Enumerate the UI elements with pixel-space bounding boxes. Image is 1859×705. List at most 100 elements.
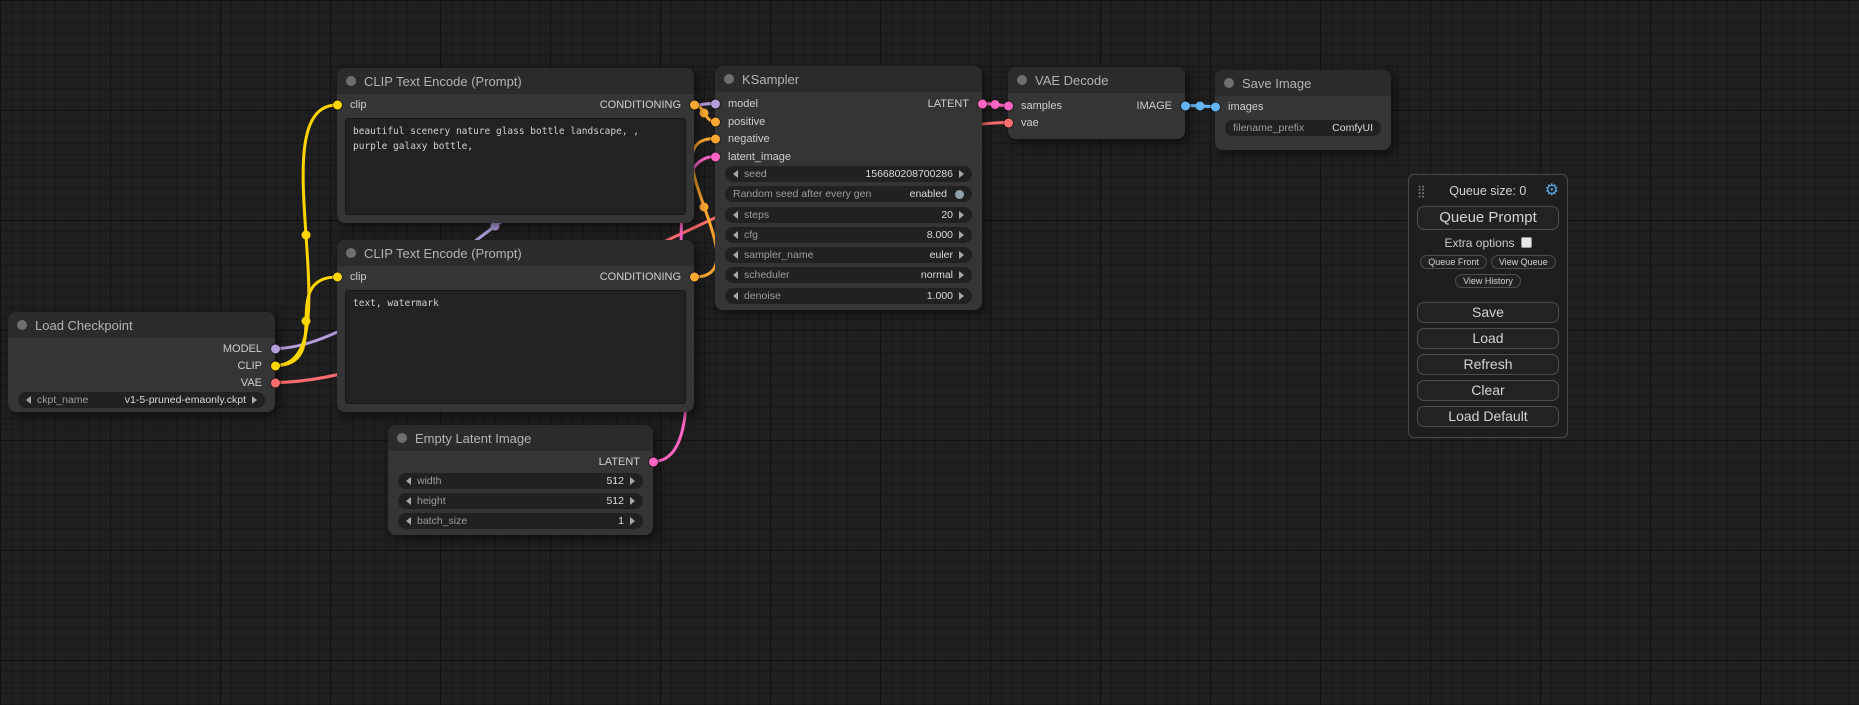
node-title-bar[interactable]: Load Checkpoint [8, 312, 275, 338]
widget-steps[interactable]: steps 20 [725, 207, 972, 223]
queue-size-label: Queue size: 0 [1431, 184, 1545, 198]
load-button[interactable]: Load [1417, 328, 1559, 349]
widget-scheduler[interactable]: scheduler normal [725, 267, 972, 283]
slot-label: model [728, 98, 758, 110]
widget-value: 512 [606, 495, 624, 507]
positive-input-dot[interactable] [711, 117, 720, 126]
node-vae-decode[interactable]: VAE Decode samples vae IMAGE [1008, 67, 1185, 139]
widget-filename-prefix[interactable]: filename_prefix ComfyUI [1225, 120, 1381, 136]
decrement-icon[interactable] [406, 517, 411, 525]
node-ksampler[interactable]: KSampler model positive negative latent_… [715, 66, 982, 310]
conditioning-output-dot[interactable] [690, 100, 699, 109]
node-title: KSampler [742, 72, 799, 87]
node-clip-text-encode-negative[interactable]: CLIP Text Encode (Prompt) clip CONDITION… [337, 240, 694, 412]
widget-value: ComfyUI [1332, 122, 1373, 134]
decrement-icon[interactable] [406, 497, 411, 505]
model-output-dot[interactable] [271, 344, 280, 353]
view-history-button[interactable]: View History [1455, 274, 1521, 288]
extra-options-checkbox[interactable] [1521, 237, 1532, 248]
node-empty-latent-image[interactable]: Empty Latent Image LATENT width 512 heig… [388, 425, 653, 535]
save-button[interactable]: Save [1417, 302, 1559, 323]
prev-value-icon[interactable] [733, 251, 738, 259]
increment-icon[interactable] [630, 497, 635, 505]
widget-sampler-name[interactable]: sampler_name euler [725, 247, 972, 263]
negative-input-dot[interactable] [711, 134, 720, 143]
slot-label: vae [1021, 117, 1039, 129]
decrement-icon[interactable] [406, 477, 411, 485]
latent-output-dot[interactable] [649, 457, 658, 466]
collapse-dot-icon[interactable] [346, 76, 356, 86]
vae-input-dot[interactable] [1004, 118, 1013, 127]
collapse-dot-icon[interactable] [1224, 78, 1234, 88]
widget-value: euler [930, 249, 953, 261]
node-title-bar[interactable]: KSampler [715, 66, 982, 92]
collapse-dot-icon[interactable] [346, 248, 356, 258]
increment-icon[interactable] [630, 517, 635, 525]
node-load-checkpoint[interactable]: Load Checkpoint MODEL CLIP VAE ckpt_name… [8, 312, 275, 412]
widget-height[interactable]: height 512 [398, 493, 643, 509]
wire-midpoint-dot [700, 109, 709, 118]
conditioning-output-dot[interactable] [690, 272, 699, 281]
widget-denoise[interactable]: denoise 1.000 [725, 288, 972, 304]
next-value-icon[interactable] [959, 251, 964, 259]
widget-seed[interactable]: seed 156680208700286 [725, 166, 972, 182]
node-title-bar[interactable]: Save Image [1215, 70, 1391, 96]
decrement-icon[interactable] [733, 231, 738, 239]
drag-handle-icon[interactable]: ⣿ [1417, 184, 1431, 198]
collapse-dot-icon[interactable] [397, 433, 407, 443]
refresh-button[interactable]: Refresh [1417, 354, 1559, 375]
next-value-icon[interactable] [252, 396, 257, 404]
slot-label: latent_image [728, 151, 791, 163]
increment-icon[interactable] [959, 231, 964, 239]
clip-output-dot[interactable] [271, 361, 280, 370]
positive-prompt-textarea[interactable]: beautiful scenery nature glass bottle la… [345, 118, 686, 215]
images-input-dot[interactable] [1211, 102, 1220, 111]
widget-ckpt-name[interactable]: ckpt_name v1-5-pruned-emaonly.ckpt [18, 392, 265, 408]
view-queue-button[interactable]: View Queue [1491, 255, 1556, 269]
toggle-indicator-icon[interactable] [955, 190, 964, 199]
node-title-bar[interactable]: VAE Decode [1008, 67, 1185, 93]
increment-icon[interactable] [630, 477, 635, 485]
node-clip-text-encode-positive[interactable]: CLIP Text Encode (Prompt) clip CONDITION… [337, 68, 694, 223]
image-output-dot[interactable] [1181, 101, 1190, 110]
increment-icon[interactable] [959, 211, 964, 219]
widget-width[interactable]: width 512 [398, 473, 643, 489]
samples-input-dot[interactable] [1004, 101, 1013, 110]
latent-output-dot[interactable] [978, 99, 987, 108]
widget-value: 8.000 [927, 229, 953, 241]
increment-icon[interactable] [959, 170, 964, 178]
slot-label: VAE [241, 377, 262, 389]
widget-random-seed-toggle[interactable]: Random seed after every gen enabled [725, 186, 972, 202]
collapse-dot-icon[interactable] [1017, 75, 1027, 85]
extra-options-label: Extra options [1444, 236, 1514, 250]
vae-output-dot[interactable] [271, 378, 280, 387]
node-save-image[interactable]: Save Image images filename_prefix ComfyU… [1215, 70, 1391, 150]
collapse-dot-icon[interactable] [724, 74, 734, 84]
queue-front-button[interactable]: Queue Front [1420, 255, 1487, 269]
decrement-icon[interactable] [733, 292, 738, 300]
clip-input-dot[interactable] [333, 100, 342, 109]
settings-gear-icon[interactable]: ⚙ [1545, 183, 1559, 199]
decrement-icon[interactable] [733, 170, 738, 178]
node-title: Save Image [1242, 76, 1311, 91]
prev-value-icon[interactable] [733, 271, 738, 279]
clip-input-dot[interactable] [333, 272, 342, 281]
latent-image-input-dot[interactable] [711, 152, 720, 161]
increment-icon[interactable] [959, 292, 964, 300]
clear-button[interactable]: Clear [1417, 380, 1559, 401]
model-input-dot[interactable] [711, 99, 720, 108]
slot-label: positive [728, 116, 765, 128]
decrement-icon[interactable] [733, 211, 738, 219]
negative-prompt-textarea[interactable]: text, watermark [345, 290, 686, 404]
widget-batch-size[interactable]: batch_size 1 [398, 513, 643, 529]
node-title-bar[interactable]: CLIP Text Encode (Prompt) [337, 240, 694, 266]
queue-prompt-button[interactable]: Queue Prompt [1417, 206, 1559, 230]
node-title-bar[interactable]: Empty Latent Image [388, 425, 653, 451]
prev-value-icon[interactable] [26, 396, 31, 404]
next-value-icon[interactable] [959, 271, 964, 279]
collapse-dot-icon[interactable] [17, 320, 27, 330]
load-default-button[interactable]: Load Default [1417, 406, 1559, 427]
widget-value: 512 [606, 475, 624, 487]
node-title-bar[interactable]: CLIP Text Encode (Prompt) [337, 68, 694, 94]
widget-cfg[interactable]: cfg 8.000 [725, 227, 972, 243]
